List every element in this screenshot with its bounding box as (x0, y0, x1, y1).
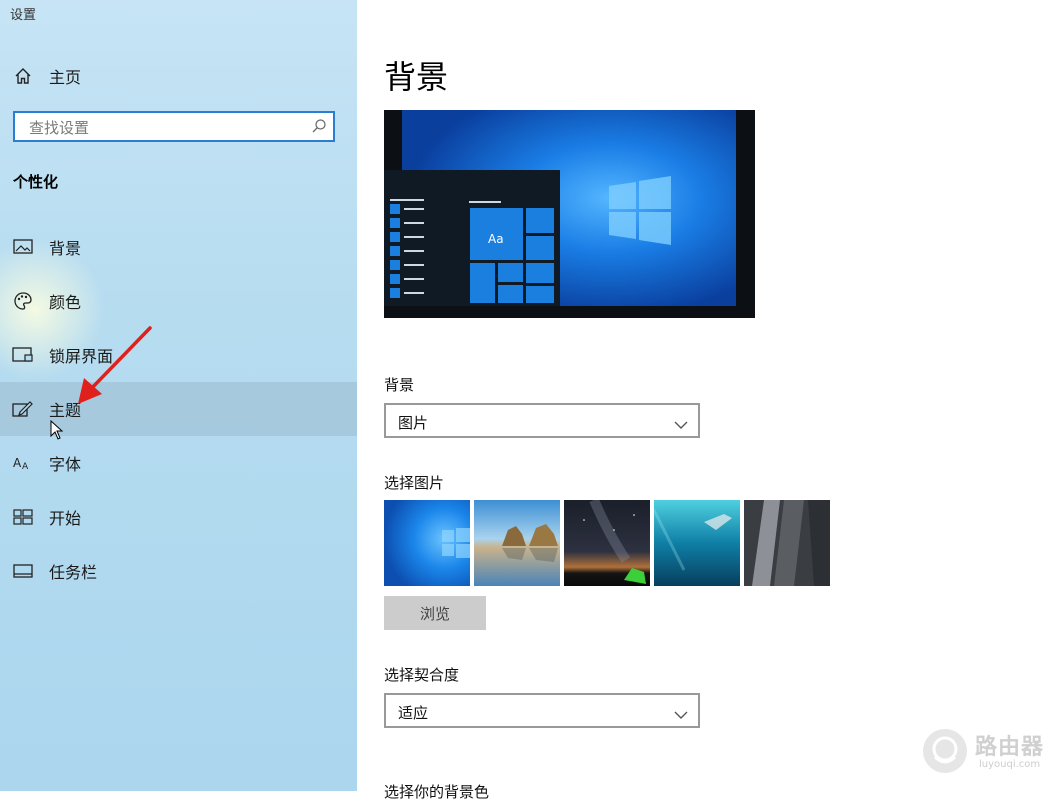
section-title: 个性化 (13, 173, 59, 191)
choose-picture-label: 选择图片 (384, 474, 445, 492)
sidebar-item-label: 主页 (49, 68, 82, 87)
sidebar-item-taskbar[interactable]: 任务栏 (0, 544, 357, 598)
watermark-logo-icon (923, 729, 967, 773)
theme-icon (12, 398, 34, 420)
sidebar-item-label: 任务栏 (49, 563, 98, 582)
picture-thumbnail-underwater[interactable] (654, 500, 740, 586)
sidebar-item-home[interactable]: 主页 (0, 49, 357, 103)
background-color-label: 选择你的背景色 (384, 783, 490, 801)
taskbar-icon (12, 560, 34, 582)
desktop-preview: Aa (384, 110, 755, 318)
picture-thumbnail-beach[interactable] (474, 500, 560, 586)
sidebar-item-lock-screen[interactable]: 锁屏界面 (0, 328, 357, 382)
background-dropdown-value: 图片 (398, 414, 429, 432)
fit-label: 选择契合度 (384, 666, 460, 684)
sidebar-item-fonts[interactable]: AA 字体 (0, 436, 357, 490)
picture-icon (12, 236, 34, 258)
app-title: 设置 (10, 8, 37, 23)
sidebar-item-start[interactable]: 开始 (0, 490, 357, 544)
background-label: 背景 (384, 376, 415, 394)
watermark-url: luyouqi.com (979, 759, 1041, 770)
chevron-down-icon (674, 415, 688, 434)
sidebar-item-colors[interactable]: 颜色 (0, 274, 357, 328)
search-box[interactable] (13, 111, 335, 142)
sidebar-item-label: 背景 (49, 239, 82, 258)
picture-thumbnail-windows[interactable] (384, 500, 470, 586)
font-icon: AA (12, 452, 34, 474)
watermark-text: 路由器 (975, 735, 1045, 760)
home-icon (12, 65, 34, 87)
search-input[interactable] (27, 116, 301, 140)
sidebar: 设置 主页 个性化 背景 颜色 锁屏界面 (0, 0, 357, 791)
sidebar-item-label: 颜色 (49, 293, 82, 312)
background-dropdown[interactable]: 图片 (384, 403, 700, 438)
annotation-arrow (78, 326, 152, 404)
svg-text:A: A (13, 456, 22, 470)
main-content: 背景 Aa 背景 图片 选择图片 浏览 选择契合度 适应 选择你的背景色 (357, 0, 1063, 801)
picture-thumbnail-night-sky[interactable] (564, 500, 650, 586)
sidebar-item-label: 字体 (49, 455, 82, 474)
browse-button[interactable]: 浏览 (384, 596, 486, 630)
search-icon[interactable] (311, 118, 327, 138)
picture-thumbnail-rock[interactable] (744, 500, 830, 586)
palette-icon (12, 290, 34, 312)
svg-text:A: A (22, 462, 29, 471)
page-title: 背景 (384, 58, 449, 96)
sidebar-item-background[interactable]: 背景 (0, 220, 357, 274)
watermark: 路由器 luyouqi.com (921, 727, 1051, 775)
lock-screen-icon (12, 344, 34, 366)
fit-dropdown[interactable]: 适应 (384, 693, 700, 728)
preview-image: Aa (384, 110, 755, 318)
mouse-cursor-icon (50, 420, 64, 440)
sidebar-item-label: 开始 (49, 509, 82, 528)
chevron-down-icon (674, 705, 688, 724)
preview-tile-text: Aa (488, 232, 504, 246)
start-icon (12, 506, 34, 528)
fit-dropdown-value: 适应 (398, 704, 429, 722)
